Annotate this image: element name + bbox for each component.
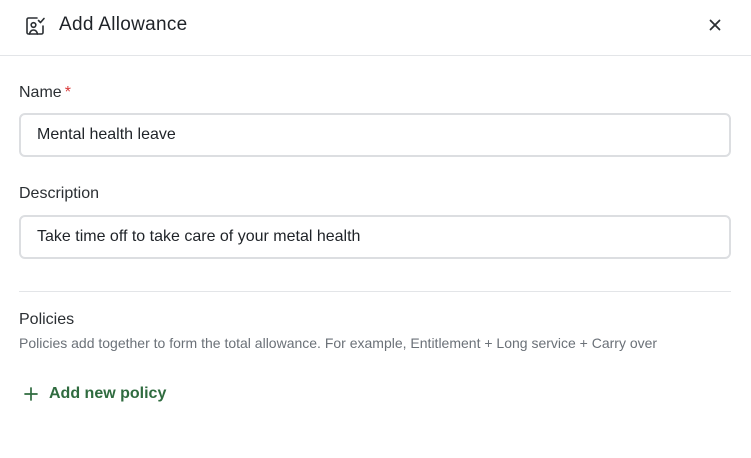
- plus-icon: [21, 384, 41, 404]
- policies-help-text: Policies add together to form the total …: [19, 335, 658, 351]
- dialog-title: Add Allowance: [59, 14, 188, 35]
- close-icon: [709, 19, 721, 31]
- add-new-policy-button[interactable]: Add new policy: [19, 382, 166, 406]
- description-label: Description: [19, 185, 100, 202]
- dialog-header: Add Allowance: [0, 0, 751, 56]
- name-label-text: Name: [19, 84, 62, 101]
- section-divider: [19, 291, 731, 292]
- required-marker: *: [64, 84, 71, 101]
- name-input[interactable]: [19, 113, 731, 157]
- description-input[interactable]: [19, 215, 731, 259]
- policies-title: Policies: [19, 311, 75, 328]
- close-button[interactable]: [704, 14, 726, 36]
- name-label: Name *: [19, 83, 71, 103]
- add-new-policy-label: Add new policy: [49, 385, 167, 402]
- allowance-icon: [24, 15, 46, 37]
